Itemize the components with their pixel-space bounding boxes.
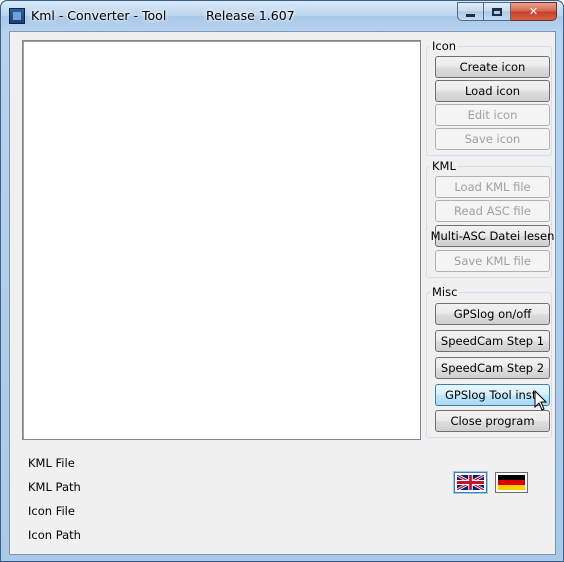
gpslog-toggle-button[interactable]: GPSlog on/off [435,303,550,325]
load-icon-button[interactable]: Load icon [435,80,550,102]
minimize-icon [466,13,475,17]
window-title-text: Kml - Converter - Tool [31,8,167,23]
kml-file-label: KML File [28,456,75,470]
kml-group-label: KML [430,159,458,173]
multi-asc-read-button[interactable]: Multi-ASC Datei lesen [431,225,554,247]
close-button[interactable]: ✕ [511,2,557,21]
misc-group-label: Misc [430,285,460,299]
mouse-pointer-icon [534,390,548,411]
uk-flag-icon [457,475,484,490]
icon-group: Icon Create icon Load icon Edit icon Sav… [426,39,552,156]
kml-group: KML Load KML file Read ASC file Multi-AS… [426,159,554,278]
close-program-button[interactable]: Close program [435,410,550,432]
maximize-icon [492,7,502,16]
speedcam-step1-button[interactable]: SpeedCam Step 1 [435,330,550,352]
save-icon-button[interactable]: Save icon [435,128,550,150]
edit-icon-button[interactable]: Edit icon [435,104,550,126]
speedcam-step2-button[interactable]: SpeedCam Step 2 [435,357,550,379]
read-asc-file-button[interactable]: Read ASC file [435,200,550,222]
german-flag-icon [498,475,525,490]
german-language-button[interactable] [495,472,528,493]
client-area: Icon Create icon Load icon Edit icon Sav… [9,31,556,555]
kml-path-label: KML Path [28,480,81,494]
minimize-button[interactable] [457,2,484,21]
create-icon-button[interactable]: Create icon [435,56,550,78]
application-window: Kml - Converter - Tool Release 1.607 ✕ I… [0,0,564,562]
english-language-button[interactable] [454,472,487,493]
close-icon: ✕ [528,5,539,18]
icon-path-label: Icon Path [28,528,81,542]
load-kml-file-button[interactable]: Load KML file [435,176,550,198]
title-bar[interactable]: Kml - Converter - Tool Release 1.607 ✕ [1,1,563,31]
release-text: Release 1.607 [206,8,295,23]
icon-file-label: Icon File [28,504,75,518]
save-kml-file-button[interactable]: Save KML file [435,250,550,272]
output-listbox[interactable] [22,40,421,440]
misc-group: Misc GPSlog on/off SpeedCam Step 1 Speed… [426,285,552,438]
window-title: Kml - Converter - Tool Release 1.607 [31,8,295,23]
app-icon[interactable] [9,8,25,24]
gpslog-tool-install-button[interactable]: GPSlog Tool inst. [435,384,550,406]
icon-group-label: Icon [430,39,459,53]
maximize-button[interactable] [484,2,511,21]
window-controls: ✕ [457,2,557,22]
